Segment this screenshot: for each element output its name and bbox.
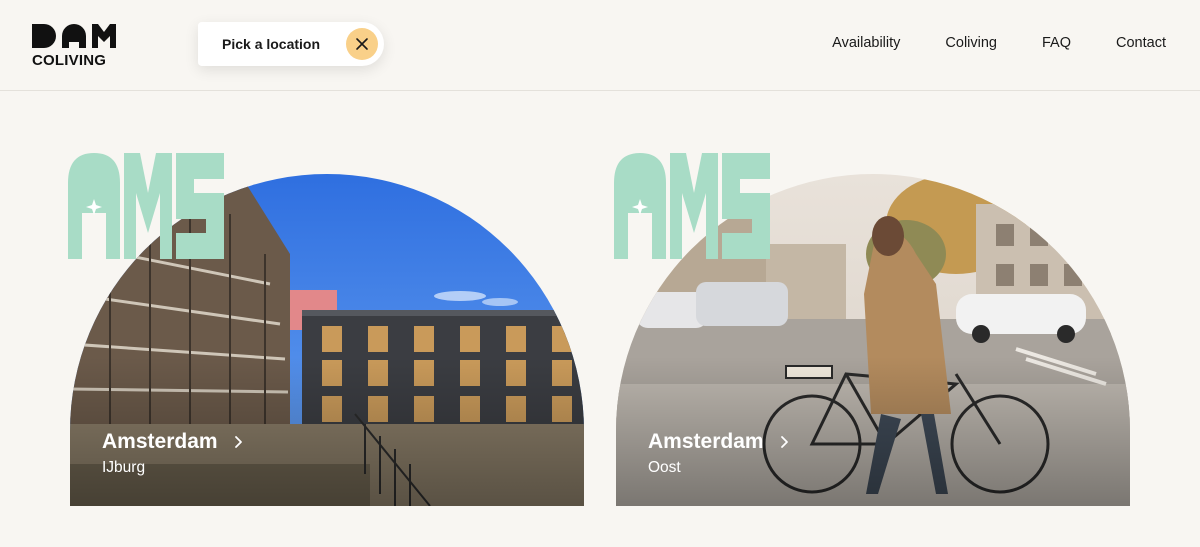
card-city-title[interactable]: Amsterdam (648, 430, 789, 454)
logo-text: COLIVING (32, 52, 107, 69)
nav-link-contact[interactable]: Contact (1116, 35, 1166, 51)
card-area-label: IJburg (102, 459, 146, 476)
close-icon (356, 38, 368, 50)
location-picker[interactable]: Pick a location (198, 22, 384, 66)
card-area-label: Oost (648, 459, 681, 476)
location-picker-label: Pick a location (222, 36, 321, 52)
card-city-label: Amsterdam (102, 430, 218, 453)
card-city-title[interactable]: Amsterdam (102, 430, 243, 454)
ams-badge-ijburg (68, 153, 224, 259)
nav-link-coliving[interactable]: Coliving (945, 35, 997, 51)
nav-link-availability[interactable]: Availability (832, 35, 900, 51)
nav-link-faq[interactable]: FAQ (1042, 35, 1071, 51)
chevron-right-icon (234, 436, 242, 448)
logo-mark (32, 24, 116, 48)
chevron-right-icon (780, 436, 788, 448)
brand-logo[interactable]: COLIVING (32, 22, 116, 69)
close-button[interactable] (346, 28, 378, 60)
ams-badge-oost (614, 153, 770, 259)
card-city-label: Amsterdam (648, 430, 764, 453)
main-nav: Availability Coliving FAQ Contact (787, 35, 1166, 51)
site-header: COLIVING Pick a location Availability Co… (0, 0, 1200, 91)
